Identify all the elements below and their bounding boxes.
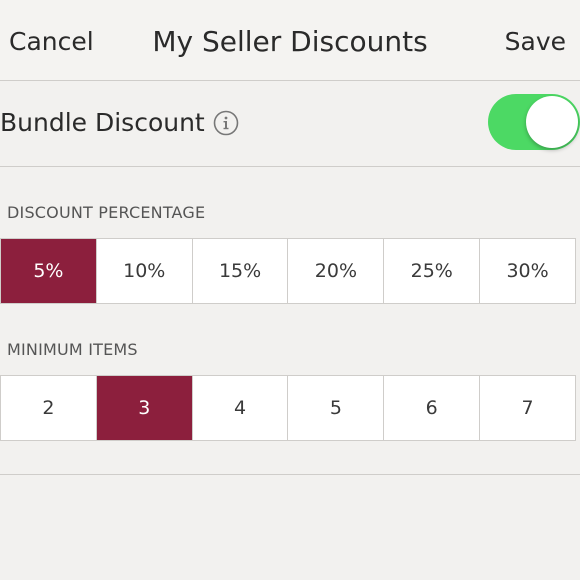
min-items-option-3[interactable]: 3 xyxy=(96,376,193,440)
discount-option-25[interactable]: 25% xyxy=(384,239,481,303)
discount-percentage-selector: 5% 10% 15% 20% 25% 30% xyxy=(0,238,576,304)
divider xyxy=(0,474,580,475)
discount-option-5[interactable]: 5% xyxy=(1,239,97,303)
min-items-option-5[interactable]: 5 xyxy=(288,376,385,440)
discount-option-20[interactable]: 20% xyxy=(288,239,385,303)
discount-option-10[interactable]: 10% xyxy=(97,239,193,303)
minimum-items-label: MINIMUM ITEMS xyxy=(7,340,138,359)
bundle-discount-toggle[interactable] xyxy=(488,94,580,150)
page-title: My Seller Discounts xyxy=(152,25,428,58)
toggle-knob xyxy=(526,96,578,148)
nav-bar: Cancel My Seller Discounts Save xyxy=(0,0,580,81)
discount-option-15[interactable]: 15% xyxy=(193,239,289,303)
min-items-option-4[interactable]: 4 xyxy=(193,376,289,440)
discount-percentage-label: DISCOUNT PERCENTAGE xyxy=(7,203,206,222)
save-button[interactable]: Save xyxy=(505,27,566,56)
min-items-option-6[interactable]: 6 xyxy=(384,376,481,440)
bundle-discount-label: Bundle Discount xyxy=(0,108,205,137)
info-icon[interactable] xyxy=(213,110,239,136)
min-items-option-7[interactable]: 7 xyxy=(480,376,575,440)
discount-option-30[interactable]: 30% xyxy=(480,239,575,303)
min-items-option-2[interactable]: 2 xyxy=(1,376,97,440)
minimum-items-selector: 2 3 4 5 6 7 xyxy=(0,375,576,441)
